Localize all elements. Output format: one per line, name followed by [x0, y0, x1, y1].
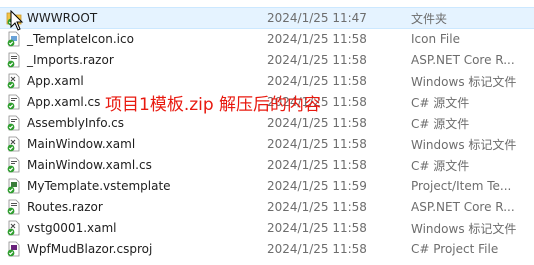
file-name: MainWindow.xaml	[27, 137, 136, 151]
file-date: 2024/1/25 11:58	[267, 53, 367, 67]
razor-file-icon	[6, 52, 22, 68]
file-name: Routes.razor	[27, 200, 103, 214]
file-type: ASP.NET Core R...	[411, 53, 515, 67]
file-row-wwwroot[interactable]: WWWROOT 2024/1/25 11:47 文件夹	[0, 7, 534, 29]
file-name: WWWROOT	[27, 11, 98, 25]
file-type: Icon File	[411, 32, 460, 46]
xaml-file-icon	[6, 220, 22, 236]
file-type: ASP.NET Core R...	[411, 200, 515, 214]
file-name: AssemblyInfo.cs	[27, 116, 125, 130]
file-row[interactable]: MainWindow.xaml.cs 2024/1/25 11:58 C# 源文…	[0, 155, 534, 175]
file-name: App.xaml.cs	[27, 95, 101, 109]
file-name: MainWindow.xaml.cs	[27, 158, 152, 172]
xaml-file-icon	[6, 136, 22, 152]
xaml-file-icon	[6, 73, 22, 89]
file-type: C# 源文件	[411, 116, 470, 131]
file-name: _Imports.razor	[27, 53, 114, 67]
file-date: 2024/1/25 11:59	[267, 179, 367, 193]
csproj-file-icon	[6, 241, 22, 257]
file-row[interactable]: _TemplateIcon.ico 2024/1/25 11:58 Icon F…	[0, 29, 534, 49]
file-row[interactable]: App.xaml 2024/1/25 11:58 Windows 标记文件	[0, 71, 534, 91]
file-date: 2024/1/25 11:58	[267, 116, 367, 130]
image-file-icon	[6, 31, 22, 47]
file-date: 2024/1/25 11:47	[267, 11, 367, 25]
file-date: 2024/1/25 11:58	[267, 74, 367, 88]
csharp-file-icon	[6, 94, 22, 110]
annotation-overlay-text: 项目1模板.zip 解压后的内容	[105, 95, 322, 115]
template-file-icon	[6, 178, 22, 194]
file-row[interactable]: MyTemplate.vstemplate 2024/1/25 11:59 Pr…	[0, 176, 534, 196]
mouse-cursor-icon	[10, 10, 24, 31]
file-type: C# 源文件	[411, 158, 470, 173]
file-name: WpfMudBlazor.csproj	[27, 242, 153, 256]
file-row[interactable]: _Imports.razor 2024/1/25 11:58 ASP.NET C…	[0, 50, 534, 70]
file-type: Project/Item Te...	[411, 179, 512, 193]
file-row[interactable]: vstg0001.xaml 2024/1/25 11:58 Windows 标记…	[0, 218, 534, 238]
file-type: C# Project File	[411, 242, 499, 256]
file-name: App.xaml	[27, 74, 84, 88]
file-name: vstg0001.xaml	[27, 221, 117, 235]
file-type: Windows 标记文件	[411, 221, 517, 236]
file-date: 2024/1/25 11:58	[267, 200, 367, 214]
file-row[interactable]: Routes.razor 2024/1/25 11:58 ASP.NET Cor…	[0, 197, 534, 217]
file-type: 文件夹	[411, 11, 448, 26]
file-date: 2024/1/25 11:58	[267, 242, 367, 256]
csharp-file-icon	[6, 115, 22, 131]
file-name: _TemplateIcon.ico	[27, 32, 134, 46]
file-date: 2024/1/25 11:58	[267, 137, 367, 151]
file-row[interactable]: WpfMudBlazor.csproj 2024/1/25 11:58 C# P…	[0, 239, 534, 259]
file-row[interactable]: AssemblyInfo.cs 2024/1/25 11:58 C# 源文件	[0, 113, 534, 133]
csharp-file-icon	[6, 157, 22, 173]
razor-file-icon	[6, 199, 22, 215]
file-type: Windows 标记文件	[411, 74, 517, 89]
file-date: 2024/1/25 11:58	[267, 32, 367, 46]
file-date: 2024/1/25 11:58	[267, 221, 367, 235]
file-name: MyTemplate.vstemplate	[27, 179, 171, 193]
file-row[interactable]: MainWindow.xaml 2024/1/25 11:58 Windows …	[0, 134, 534, 154]
file-type: Windows 标记文件	[411, 137, 517, 152]
file-date: 2024/1/25 11:58	[267, 158, 367, 172]
file-list: WWWROOT 2024/1/25 11:47 文件夹 _TemplateIco…	[0, 0, 534, 265]
file-type: C# 源文件	[411, 95, 470, 110]
